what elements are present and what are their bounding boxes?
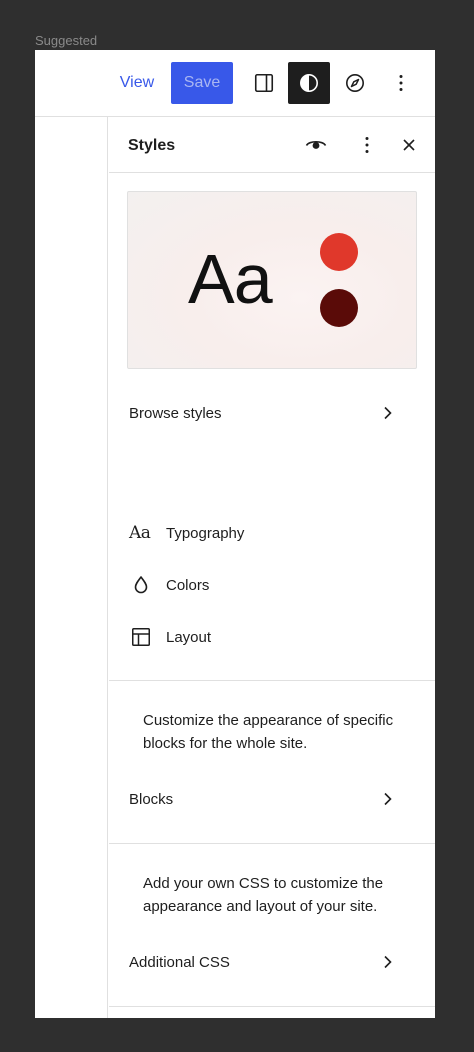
droplet-icon: [129, 571, 157, 599]
divider: [109, 843, 435, 844]
colors-label: Colors: [166, 576, 210, 594]
editor-toolbar: View Save: [35, 50, 435, 117]
sidebar-toggle-icon: [254, 73, 274, 93]
compass-icon: [346, 74, 364, 92]
options-button[interactable]: [380, 62, 422, 104]
close-panel-button[interactable]: [395, 131, 423, 159]
blocks-label: Blocks: [129, 790, 174, 808]
css-description: Add your own CSS to customize the appear…: [143, 875, 384, 915]
style-book-button[interactable]: [302, 131, 330, 159]
styles-contrast-icon: [300, 74, 318, 92]
close-icon: [403, 139, 415, 151]
panel-options-button[interactable]: [353, 131, 381, 159]
more-vertical-icon: [399, 75, 403, 91]
editor-frame: View Save Styles Aa Browse styles Aa Typ…: [35, 50, 435, 1018]
preview-color-primary: [320, 233, 358, 271]
browse-styles-button[interactable]: Browse styles: [129, 393, 399, 433]
colors-item[interactable]: Colors: [129, 567, 399, 603]
eye-icon: [305, 140, 327, 149]
suggested-label: Suggested: [35, 33, 98, 48]
typography-item[interactable]: Aa Typography: [129, 515, 399, 551]
view-button[interactable]: View: [113, 63, 161, 103]
typography-icon: Aa: [129, 523, 151, 543]
divider: [109, 1006, 435, 1007]
layout-icon: [129, 623, 157, 651]
style-preview[interactable]: Aa: [127, 191, 417, 369]
panel-title: Styles: [128, 137, 176, 154]
editor-canvas-area: [35, 117, 108, 1018]
blocks-description: Customize the appearance of specific blo…: [143, 712, 394, 752]
sidebar-toggle-button[interactable]: [243, 62, 285, 104]
navigation-button[interactable]: [334, 62, 376, 104]
additional-css-button[interactable]: Additional CSS: [129, 942, 399, 982]
typography-label: Typography: [166, 524, 245, 542]
chevron-right-icon: [375, 950, 399, 974]
chevron-right-icon: [375, 401, 399, 425]
divider: [109, 680, 435, 681]
save-button[interactable]: Save: [171, 62, 233, 104]
blocks-button[interactable]: Blocks: [129, 779, 399, 819]
additional-css-label: Additional CSS: [129, 953, 230, 971]
chevron-right-icon: [375, 787, 399, 811]
preview-color-secondary: [320, 289, 358, 327]
styles-panel: Styles Aa Browse styles Aa Typography Co…: [109, 117, 435, 1018]
preview-sample-text: Aa: [188, 240, 273, 318]
layout-item[interactable]: Layout: [129, 619, 399, 655]
browse-styles-label: Browse styles: [129, 404, 222, 422]
more-vertical-icon: [365, 137, 369, 153]
styles-button[interactable]: [288, 62, 330, 104]
panel-header: Styles: [109, 117, 435, 173]
layout-label: Layout: [166, 628, 212, 646]
